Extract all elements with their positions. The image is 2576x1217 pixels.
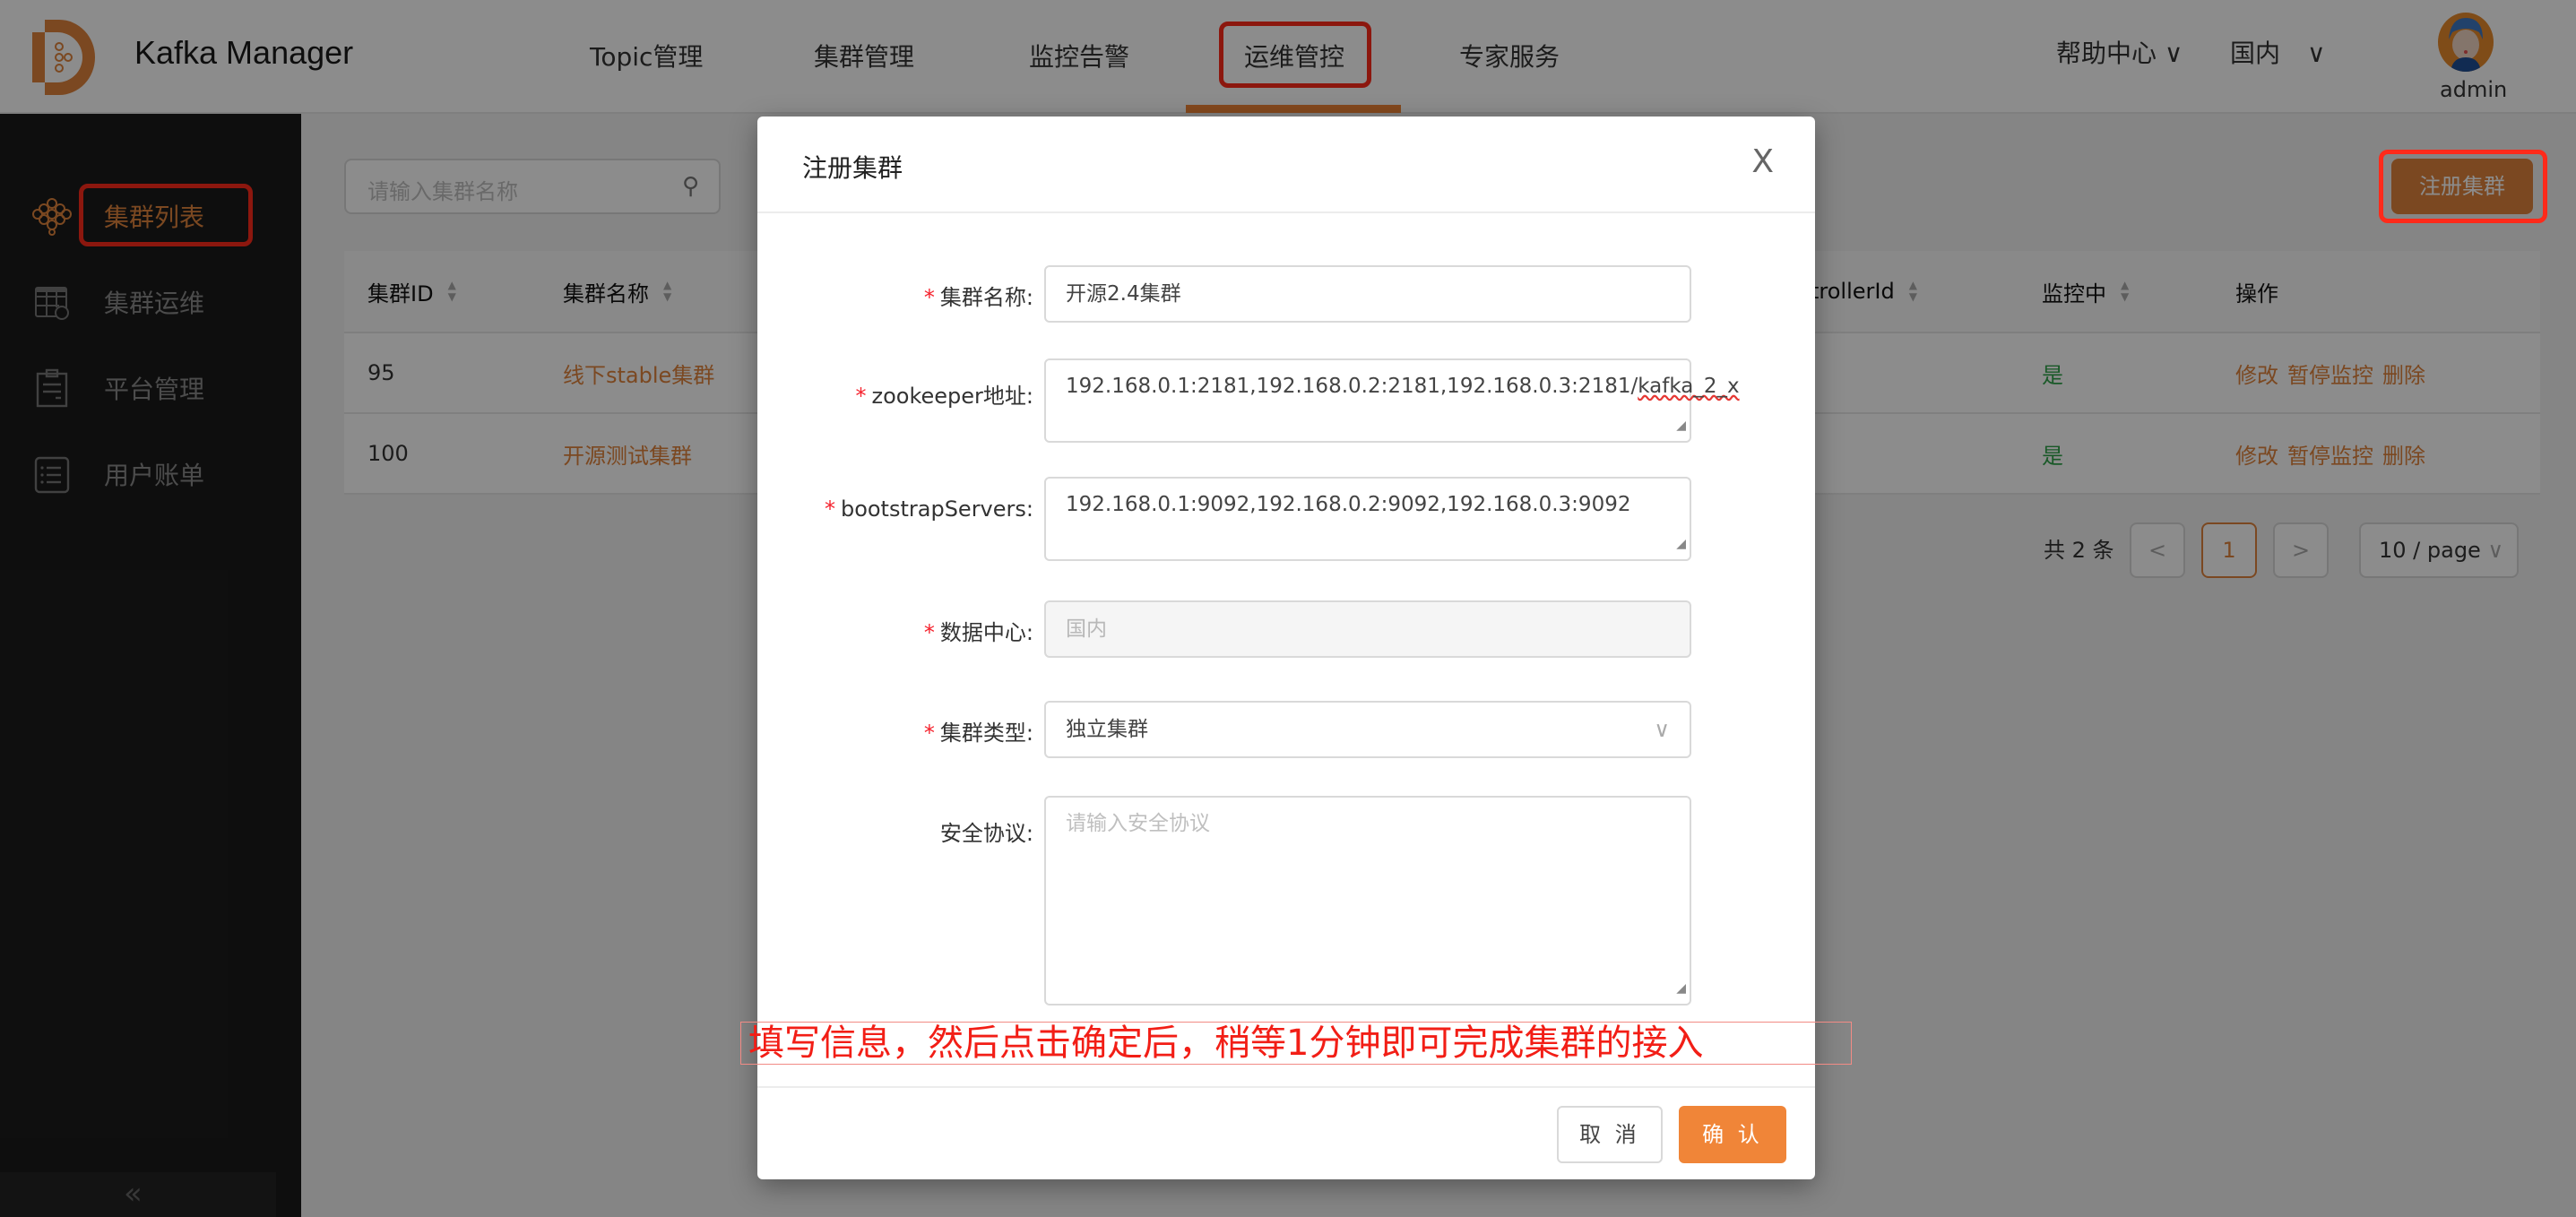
cluster-type-label: * 集群类型: [923,721,1033,746]
spellcheck-word: kafka_2_x [1638,375,1740,398]
modal-header: 注册集群 X [757,117,1815,213]
confirm-button[interactable]: 确 认 [1679,1106,1786,1163]
modal-title: 注册集群 [802,153,903,183]
cluster-name-label: * 集群名称: [923,285,1033,310]
bootstrap-servers-label: * bootstrapServers: [824,496,1033,522]
resize-handle-icon[interactable]: ◢ [1676,975,1686,1002]
cluster-name-input[interactable]: 开源2.4集群 [1044,265,1691,323]
cluster-type-select[interactable]: 独立集群 ∨ [1044,701,1691,758]
highlight-box [2379,150,2547,223]
resize-handle-icon[interactable]: ◢ [1676,412,1686,439]
bootstrap-servers-textarea[interactable]: 192.168.0.1:9092,192.168.0.2:9092,192.16… [1044,477,1691,561]
resize-handle-icon[interactable]: ◢ [1676,531,1686,557]
datacenter-input: 国内 [1044,600,1691,658]
zookeeper-label: * zookeeper地址: [855,384,1034,409]
register-cluster-modal: 注册集群 X * 集群名称: 开源2.4集群 * zookeeper地址: 192.… [757,117,1815,1179]
security-protocol-label: 安全协议: [939,821,1033,846]
cancel-button[interactable]: 取 消 [1557,1106,1663,1163]
security-protocol-textarea[interactable]: 请输入安全协议 ◢ [1044,796,1691,1006]
zookeeper-textarea[interactable]: 192.168.0.1:2181,192.168.0.2:2181,192.16… [1044,358,1740,443]
close-icon[interactable]: X [1751,143,1774,180]
chevron-down-icon: ∨ [1654,717,1670,742]
datacenter-label: * 数据中心: [923,620,1033,645]
annotation-caption: 填写信息，然后点击确定后，稍等1分钟即可完成集群的接入 [740,1022,1852,1065]
